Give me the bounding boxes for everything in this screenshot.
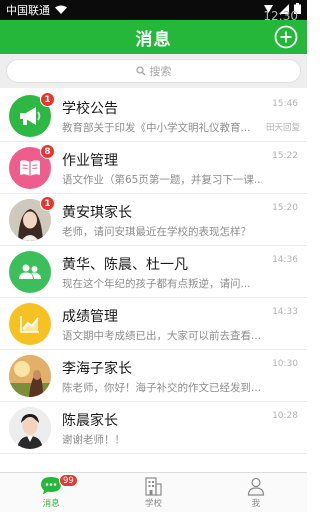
man-photo — [9, 407, 51, 449]
message-preview: 教育部关于印发《中小学文明礼仪教育... — [62, 122, 251, 134]
status-bar: 中国联通 12:30 — [0, 0, 307, 23]
wifi-icon — [55, 5, 67, 15]
message-preview: 语文期中考成绩已出，大家可以前去查看... — [62, 330, 262, 342]
search-icon — [135, 66, 145, 76]
tab-label: 学校 — [144, 499, 162, 509]
carrier-label: 中国联通 — [6, 4, 50, 17]
message-time: 15:20 — [272, 203, 298, 213]
tab-label: 我 — [251, 499, 261, 509]
unread-badge: 8 — [40, 144, 55, 159]
megaphone-icon — [20, 107, 41, 125]
unread-badge: 1 — [40, 196, 55, 211]
message-time: 10:30 — [272, 359, 298, 369]
message-time: 15:22 — [272, 151, 298, 161]
conversation-name: 学校公告 — [62, 101, 118, 117]
reply-tag: 田天回复 — [265, 123, 300, 133]
conversation-name: 黄华、陈晨、杜一凡 — [62, 257, 188, 273]
message-preview: 老师，请问安琪最近在学校的表现怎样？ — [62, 226, 251, 238]
search-placeholder: 搜索 — [149, 65, 172, 78]
avatar — [9, 407, 51, 449]
plus-circle-icon — [274, 25, 298, 49]
tab-me[interactable]: 我 — [205, 473, 307, 512]
sunset-photo — [9, 355, 51, 397]
person-icon — [247, 477, 264, 496]
message-preview: 现在这个年纪的孩子都有点叛逆，请问... — [62, 278, 251, 290]
tab-label: 消息 — [42, 499, 60, 509]
search-bar: 搜索 — [0, 54, 307, 88]
page-title: 消息 — [135, 29, 172, 50]
list-item[interactable]: 黄华、陈晨、杜一凡 现在这个年纪的孩子都有点叛逆，请问... 14:36 — [0, 246, 307, 298]
list-item[interactable]: 成绩管理 语文期中考成绩已出，大家可以前去查看... 14:33 — [0, 298, 307, 350]
list-item[interactable]: 陈晨家长 谢谢老师！！ 10:28 — [0, 402, 307, 454]
conversation-name: 李海子家长 — [62, 361, 132, 377]
conversation-name: 成绩管理 — [62, 309, 118, 325]
conversation-name: 陈晨家长 — [62, 413, 118, 429]
message-preview: 陈老师，你好！海子补交的作文已经发到... — [62, 382, 262, 394]
list-item[interactable]: 李海子家长 陈老师，你好！海子补交的作文已经发到... 10:30 — [0, 350, 307, 402]
add-button[interactable] — [274, 25, 298, 49]
conversation-name: 黄安琪家长 — [62, 205, 132, 221]
avatar — [9, 303, 51, 345]
message-preview: 谢谢老师！！ — [62, 434, 125, 446]
message-time: 15:46 — [272, 99, 298, 109]
message-preview: 语文作业（第65页第一题，并复习下一课... — [62, 174, 262, 186]
list-item[interactable]: 8 作业管理 语文作业（第65页第一题，并复习下一课... 15:22 — [0, 142, 307, 194]
conversation-name: 作业管理 — [62, 153, 118, 169]
book-icon — [20, 160, 40, 176]
avatar — [9, 251, 51, 293]
nav-bar: 消息 — [0, 20, 307, 54]
avatar — [9, 355, 51, 397]
search-input[interactable]: 搜索 — [6, 59, 301, 83]
tab-messages[interactable]: 消息 99 — [0, 473, 102, 512]
group-icon — [19, 264, 41, 279]
unread-badge: 99 — [59, 474, 78, 487]
list-item[interactable]: 1 黄安琪家长 老师，请问安琪最近在学校的表现怎样？ 15:20 — [0, 194, 307, 246]
message-time: 14:36 — [272, 255, 298, 265]
chart-icon — [20, 316, 39, 333]
building-icon — [145, 477, 163, 496]
unread-badge: 1 — [40, 92, 55, 107]
tab-school[interactable]: 学校 — [102, 473, 204, 512]
list-item[interactable]: 1 学校公告 教育部关于印发《中小学文明礼仪教育... 15:46 田天回复 — [0, 90, 307, 142]
message-list: 1 学校公告 教育部关于印发《中小学文明礼仪教育... 15:46 田天回复 8… — [0, 90, 307, 454]
message-time: 14:33 — [272, 307, 298, 317]
tab-bar: 消息 99 学校 我 — [0, 472, 307, 512]
message-time: 10:28 — [272, 411, 298, 421]
